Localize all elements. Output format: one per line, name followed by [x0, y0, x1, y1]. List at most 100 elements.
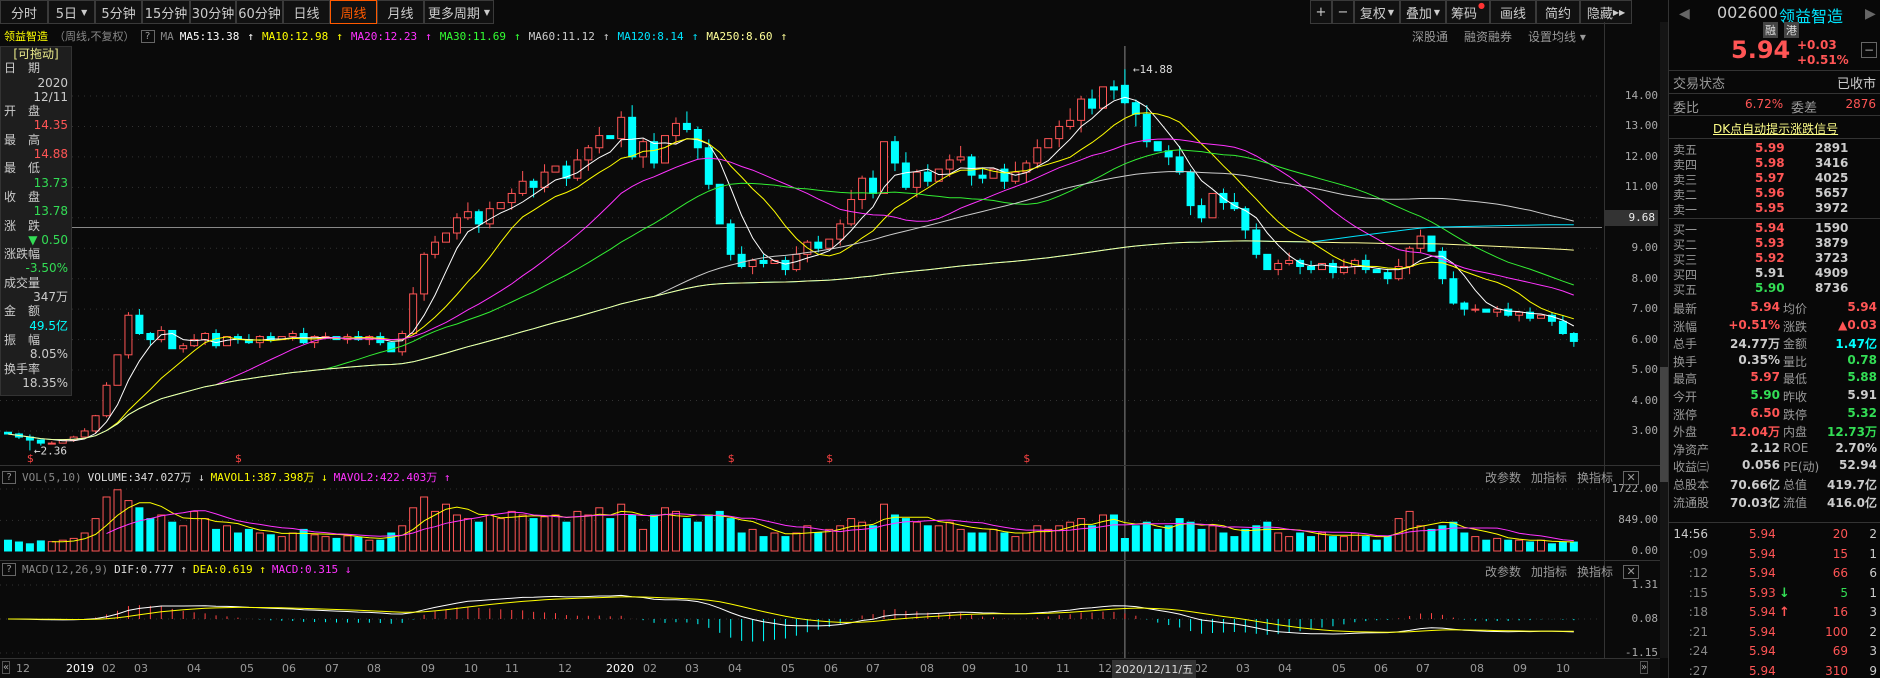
volume-bar: [1328, 536, 1337, 552]
stat-value: 1.47亿: [1835, 337, 1877, 352]
volume-bar: [934, 525, 943, 552]
candle: [179, 343, 188, 353]
book-price: 5.98: [1755, 156, 1785, 170]
volume-bar: [223, 525, 231, 552]
volume-bar: [36, 540, 45, 552]
volume-bar: [606, 518, 615, 552]
pane-button-2[interactable]: 换指标: [1577, 469, 1613, 486]
close-icon[interactable]: ✕: [1623, 564, 1640, 579]
volume-bar: [1142, 521, 1151, 552]
candle: [135, 309, 144, 335]
volume-bar: [715, 510, 724, 552]
book-price: 5.93: [1755, 236, 1785, 250]
divider: [1669, 138, 1880, 139]
bar-info-panel[interactable]: [可拖动] 日 期 2020 12/11 开 盘 14.35 最 高 14.88 最 低 13.7…: [0, 46, 72, 396]
macd-dif: DIF:0.777 ↑: [114, 563, 187, 576]
info-value: 13.73: [33, 175, 68, 190]
candle: [792, 246, 801, 272]
tick-count: 3: [1869, 644, 1877, 658]
candle: [693, 126, 702, 160]
volume-bar: [759, 536, 768, 552]
book-price: 5.94: [1755, 221, 1785, 235]
pane-button-0[interactable]: 改参数: [1485, 563, 1521, 580]
close-icon[interactable]: ✕: [1623, 470, 1640, 485]
book-volume: 5657: [1815, 186, 1849, 200]
volume-bar: [748, 528, 757, 552]
time-tick: 2019: [66, 662, 94, 675]
stat-label: 金额: [1783, 337, 1808, 352]
stat-label: 流值: [1783, 495, 1808, 510]
pane-button-1[interactable]: 加指标: [1531, 469, 1567, 486]
stat-value: 2.12: [1750, 440, 1780, 455]
stat-value: 6.50: [1750, 405, 1780, 420]
tick-time: :27: [1688, 663, 1708, 678]
candle: [113, 354, 122, 386]
info-value: 2020: [37, 75, 68, 90]
dk-signal-link[interactable]: DK点自动提示涨跌信号: [1713, 120, 1838, 137]
time-tick: 05: [1332, 662, 1346, 675]
book-price: 5.96: [1755, 186, 1785, 200]
stat-label: PE(动): [1783, 460, 1820, 475]
kline-chart[interactable]: ←14.88←2.36$ $ $ $ $: [0, 0, 1602, 660]
stat-value: 70.66亿: [1730, 478, 1780, 492]
vol-pane-buttons: 改参数 加指标 换指标 ✕: [1485, 469, 1640, 486]
volume-bar: [880, 503, 888, 552]
info-label: 日 期: [4, 61, 41, 76]
tick-price: 5.94: [1749, 605, 1776, 619]
volume-bar: [1307, 536, 1316, 552]
candle: [540, 164, 549, 193]
candle: [398, 330, 407, 356]
volume-bar: [277, 536, 286, 552]
scroll-left-icon[interactable]: «: [2, 661, 11, 674]
collapse-button[interactable]: −: [1861, 42, 1877, 58]
volume-bar: [518, 514, 527, 552]
scroll-right-icon[interactable]: »: [1640, 661, 1649, 674]
info-label: 开 盘: [4, 104, 41, 119]
next-stock-icon[interactable]: ▶: [1865, 6, 1876, 22]
info-label: 振 幅: [4, 332, 41, 347]
volume-bar: [1482, 539, 1491, 552]
prev-stock-icon[interactable]: ◀: [1679, 6, 1690, 22]
volume-bar: [1361, 536, 1370, 552]
candle: [420, 252, 429, 301]
drag-hint: [可拖动]: [13, 47, 59, 61]
time-tick: 06: [282, 662, 296, 675]
volume-bar: [1515, 539, 1524, 552]
stat-value: 5.90: [1750, 388, 1780, 402]
candle: [704, 139, 713, 190]
candle: [1109, 80, 1118, 100]
price-tick: 12.00: [1624, 149, 1658, 163]
candle: [1416, 229, 1425, 253]
volume-bar: [1460, 532, 1469, 552]
volume-bar: [639, 528, 648, 552]
tick-price: 5.94: [1749, 663, 1776, 678]
candle: [1547, 312, 1556, 326]
candle: [518, 171, 527, 196]
time-tick: 02: [102, 662, 116, 675]
pane-button-0[interactable]: 改参数: [1485, 469, 1521, 486]
volume-bar: [376, 539, 385, 552]
volume-bar: [1471, 536, 1480, 552]
status-label: 交易状态: [1673, 77, 1726, 92]
pane-button-2[interactable]: 换指标: [1577, 563, 1613, 580]
price-tick: 8.00: [1631, 271, 1659, 285]
stat-label: 内盘: [1783, 425, 1808, 440]
candle: [1120, 69, 1129, 105]
volume-bar: [332, 537, 341, 552]
info-value: 49.5亿: [29, 318, 68, 333]
pane-button-1[interactable]: 加指标: [1531, 563, 1567, 580]
volume-bar: [1164, 525, 1173, 552]
candle: [255, 335, 264, 349]
divider: [1669, 522, 1880, 523]
volume-bar: [1230, 536, 1239, 552]
help-button[interactable]: ?: [2, 470, 17, 484]
volume-bar: [682, 518, 691, 552]
candle: [1088, 89, 1097, 115]
stat-value: 24.77万: [1730, 337, 1780, 352]
volume-bar: [343, 535, 352, 552]
stat-value: 0.056: [1742, 458, 1780, 473]
stat-label: 最新: [1673, 302, 1698, 316]
scrollbar[interactable]: [1660, 22, 1668, 658]
divider: [1669, 115, 1880, 116]
help-button[interactable]: ?: [2, 563, 17, 576]
